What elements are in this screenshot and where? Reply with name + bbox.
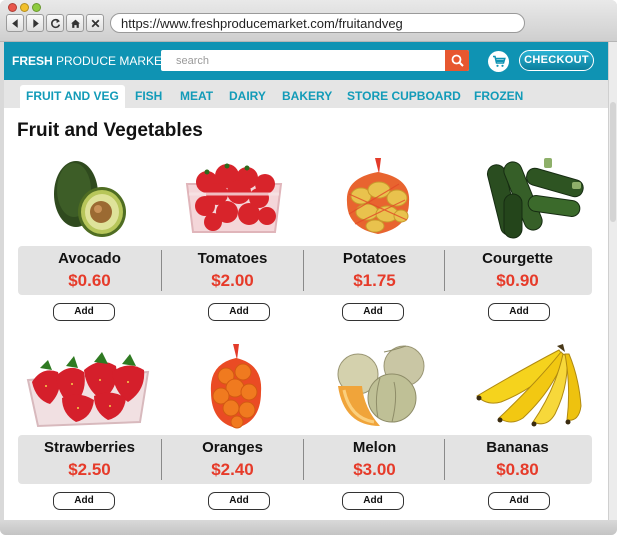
web-page: FRESH PRODUCE MARKET CHECKOUT FRUIT AND …: [4, 42, 608, 520]
product-name[interactable]: Oranges: [161, 439, 304, 456]
back-arrow-icon: [11, 18, 18, 28]
add-tomatoes-button[interactable]: Add: [208, 303, 270, 321]
tab-fruit-and-veg[interactable]: FRUIT AND VEG: [20, 85, 125, 108]
cart-button[interactable]: [488, 51, 509, 72]
search-icon: [451, 54, 464, 67]
oranges-image[interactable]: [201, 342, 271, 430]
add-bananas-button[interactable]: Add: [488, 492, 550, 510]
tab-fish[interactable]: FISH: [135, 85, 162, 108]
site-header: FRESH PRODUCE MARKET CHECKOUT: [4, 42, 608, 80]
nav-buttons: [6, 14, 104, 32]
browser-toolbar: https://www.freshproducemarket.com/fruit…: [0, 0, 617, 42]
minimize-window-icon[interactable]: [20, 3, 29, 12]
reload-button[interactable]: [46, 14, 64, 32]
shopping-cart-icon: [492, 55, 506, 67]
close-icon: [91, 19, 99, 27]
add-courgette-button[interactable]: Add: [488, 303, 550, 321]
product-price: $0.90: [496, 271, 539, 290]
stop-button[interactable]: [86, 14, 104, 32]
add-melon-button[interactable]: Add: [342, 492, 404, 510]
close-window-icon[interactable]: [8, 3, 17, 12]
forward-arrow-icon: [32, 18, 39, 28]
back-button[interactable]: [6, 14, 24, 32]
add-potatoes-button[interactable]: Add: [342, 303, 404, 321]
product-name[interactable]: Bananas: [446, 439, 589, 456]
product-name[interactable]: Melon: [303, 439, 446, 456]
add-oranges-button[interactable]: Add: [208, 492, 270, 510]
potatoes-image[interactable]: [335, 154, 421, 240]
forward-button[interactable]: [26, 14, 44, 32]
strawberries-image[interactable]: [22, 342, 154, 430]
tab-store-cupboard[interactable]: STORE CUPBOARD: [347, 85, 461, 108]
window-controls: [8, 3, 41, 12]
home-button[interactable]: [66, 14, 84, 32]
melon-image[interactable]: [334, 342, 430, 430]
logo-bold-text: FRESH: [12, 54, 53, 68]
search-button[interactable]: [445, 50, 469, 71]
browser-status-bar: [0, 520, 617, 535]
site-logo[interactable]: FRESH PRODUCE MARKET: [12, 54, 169, 68]
search-box: [161, 50, 469, 71]
browser-window: https://www.freshproducemarket.com/fruit…: [0, 0, 617, 535]
product-price: $0.80: [496, 460, 539, 479]
avocado-image[interactable]: [44, 154, 134, 240]
checkout-button[interactable]: CHECKOUT: [519, 50, 594, 71]
scrollbar-thumb[interactable]: [610, 102, 616, 222]
tab-frozen[interactable]: FROZEN: [474, 85, 523, 108]
add-strawberries-button[interactable]: Add: [53, 492, 115, 510]
tab-dairy[interactable]: DAIRY: [229, 85, 266, 108]
product-name[interactable]: Avocado: [18, 250, 161, 267]
page-title: Fruit and Vegetables: [17, 120, 203, 141]
reload-icon: [50, 18, 60, 28]
logo-text: PRODUCE MARKET: [52, 54, 170, 68]
address-bar[interactable]: https://www.freshproducemarket.com/fruit…: [110, 13, 525, 33]
product-price: $2.40: [211, 460, 254, 479]
product-price: $2.00: [211, 271, 254, 290]
product-price: $3.00: [353, 460, 396, 479]
tab-meat[interactable]: MEAT: [180, 85, 213, 108]
search-input[interactable]: [161, 50, 441, 71]
home-icon: [70, 19, 80, 28]
product-price: $0.60: [68, 271, 111, 290]
bananas-image[interactable]: [471, 342, 583, 430]
product-price: $1.75: [353, 271, 396, 290]
courgette-image[interactable]: [484, 154, 584, 240]
add-avocado-button[interactable]: Add: [53, 303, 115, 321]
zoom-window-icon[interactable]: [32, 3, 41, 12]
product-name[interactable]: Tomatoes: [161, 250, 304, 267]
product-name[interactable]: Potatoes: [303, 250, 446, 267]
tomatoes-image[interactable]: [179, 154, 289, 240]
product-name[interactable]: Courgette: [446, 250, 589, 267]
product-name[interactable]: Strawberries: [18, 439, 161, 456]
tab-bakery[interactable]: BAKERY: [282, 85, 332, 108]
category-nav: FRUIT AND VEG FISH MEAT DAIRY BAKERY STO…: [4, 80, 608, 108]
product-price: $2.50: [68, 460, 111, 479]
vertical-scrollbar[interactable]: [608, 42, 617, 520]
